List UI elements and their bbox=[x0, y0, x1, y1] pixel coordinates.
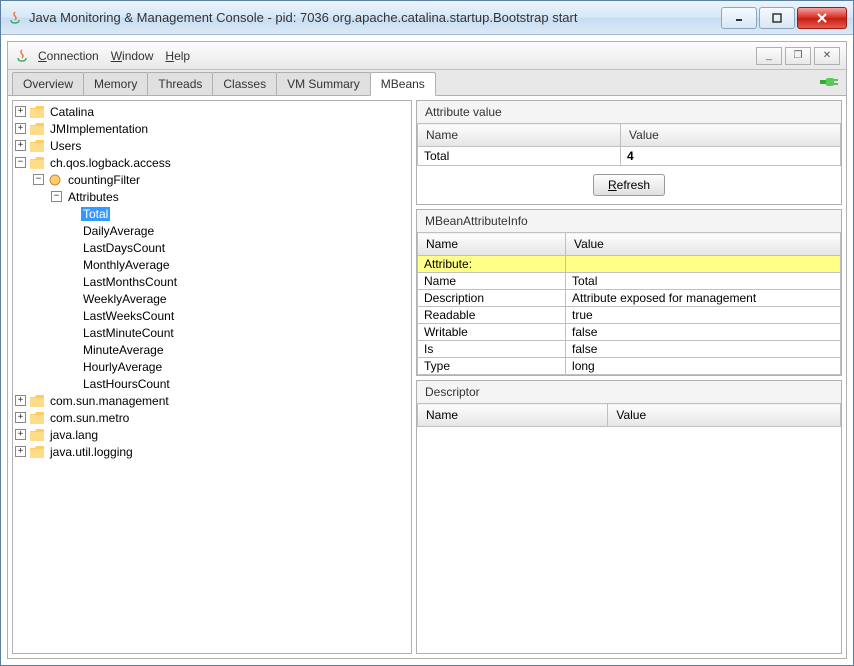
tree-node-jmimpl[interactable]: +JMImplementation bbox=[15, 120, 409, 137]
expand-icon[interactable]: + bbox=[15, 412, 26, 423]
folder-icon bbox=[30, 429, 44, 441]
tab-threads[interactable]: Threads bbox=[147, 72, 213, 95]
maximize-button[interactable] bbox=[759, 7, 795, 29]
details-pane: Attribute value NameValue Total4 Refresh… bbox=[416, 100, 842, 654]
table-row[interactable]: NameTotal bbox=[418, 273, 841, 290]
descriptor-table: NameValue bbox=[417, 403, 841, 427]
java-icon bbox=[7, 10, 23, 26]
descriptor-panel: Descriptor NameValue bbox=[416, 380, 842, 654]
mbean-attribute-info-panel: MBeanAttributeInfo NameValue Attribute: … bbox=[416, 209, 842, 376]
tab-mbeans[interactable]: MBeans bbox=[370, 72, 436, 96]
titlebar[interactable]: Java Monitoring & Management Console - p… bbox=[1, 1, 853, 35]
column-header-value[interactable]: Value bbox=[566, 233, 841, 256]
tree-attr-hourlyaverage[interactable]: HourlyAverage bbox=[15, 358, 409, 375]
minimize-button[interactable] bbox=[721, 7, 757, 29]
close-button[interactable] bbox=[797, 7, 847, 29]
bean-icon bbox=[48, 174, 62, 186]
attribute-value-table: NameValue Total4 bbox=[417, 123, 841, 166]
tree-attr-lastdayscount[interactable]: LastDaysCount bbox=[15, 239, 409, 256]
tree-node-catalina[interactable]: +Catalina bbox=[15, 103, 409, 120]
inner-close-button[interactable]: ✕ bbox=[814, 47, 840, 65]
folder-icon bbox=[30, 106, 44, 118]
collapse-icon[interactable]: − bbox=[33, 174, 44, 185]
column-header-value[interactable]: Value bbox=[608, 404, 841, 427]
menu-window[interactable]: Window bbox=[111, 49, 154, 63]
table-row[interactable]: Typelong bbox=[418, 358, 841, 375]
tabbar: Overview Memory Threads Classes VM Summa… bbox=[8, 70, 846, 96]
tree-node-javalang[interactable]: +java.lang bbox=[15, 426, 409, 443]
mbean-info-table: NameValue Attribute: NameTotal Descripti… bbox=[417, 232, 841, 375]
column-header-name[interactable]: Name bbox=[418, 404, 608, 427]
collapse-icon[interactable]: − bbox=[51, 191, 62, 202]
expand-icon[interactable]: + bbox=[15, 140, 26, 151]
tab-overview[interactable]: Overview bbox=[12, 72, 84, 95]
inner-window: Connection Window Help _ ❐ ✕ Overview Me… bbox=[7, 41, 847, 659]
inner-minimize-button[interactable]: _ bbox=[756, 47, 782, 65]
window-title: Java Monitoring & Management Console - p… bbox=[29, 10, 721, 25]
tree-attr-minuteaverage[interactable]: MinuteAverage bbox=[15, 341, 409, 358]
folder-icon bbox=[30, 446, 44, 458]
connection-status-icon bbox=[820, 74, 838, 90]
tree-attr-lastmonthscount[interactable]: LastMonthsCount bbox=[15, 273, 409, 290]
panel-title: Attribute value bbox=[417, 101, 841, 123]
tree-attr-lasthourscount[interactable]: LastHoursCount bbox=[15, 375, 409, 392]
tree-node-attributes[interactable]: −Attributes bbox=[15, 188, 409, 205]
mbean-tree[interactable]: +Catalina +JMImplementation +Users −ch.q… bbox=[12, 100, 412, 654]
main-window: Java Monitoring & Management Console - p… bbox=[0, 0, 854, 666]
column-header-name[interactable]: Name bbox=[418, 233, 566, 256]
attr-name-cell[interactable]: Total bbox=[418, 147, 621, 166]
refresh-button[interactable]: Refresh bbox=[593, 174, 665, 196]
inner-restore-button[interactable]: ❐ bbox=[785, 47, 811, 65]
table-row[interactable]: Readabletrue bbox=[418, 307, 841, 324]
java-icon bbox=[14, 48, 30, 64]
tree-attr-lastweekscount[interactable]: LastWeeksCount bbox=[15, 307, 409, 324]
tree-node-users[interactable]: +Users bbox=[15, 137, 409, 154]
tree-node-javautil[interactable]: +java.util.logging bbox=[15, 443, 409, 460]
column-header-value[interactable]: Value bbox=[621, 124, 841, 147]
content-area: +Catalina +JMImplementation +Users −ch.q… bbox=[8, 96, 846, 658]
tree-attr-dailyaverage[interactable]: DailyAverage bbox=[15, 222, 409, 239]
expand-icon[interactable]: + bbox=[15, 395, 26, 406]
folder-icon bbox=[30, 123, 44, 135]
tree-node-sunmgmt[interactable]: +com.sun.management bbox=[15, 392, 409, 409]
table-row[interactable]: Writablefalse bbox=[418, 324, 841, 341]
tree-node-countingfilter[interactable]: −countingFilter bbox=[15, 171, 409, 188]
panel-title: Descriptor bbox=[417, 381, 841, 403]
tree-attr-total[interactable]: Total bbox=[15, 205, 409, 222]
tab-vmsummary[interactable]: VM Summary bbox=[276, 72, 371, 95]
tree-node-sunmetro[interactable]: +com.sun.metro bbox=[15, 409, 409, 426]
attr-value-cell[interactable]: 4 bbox=[621, 147, 841, 166]
tab-memory[interactable]: Memory bbox=[83, 72, 148, 95]
table-row[interactable]: DescriptionAttribute exposed for managem… bbox=[418, 290, 841, 307]
folder-icon bbox=[30, 140, 44, 152]
expand-icon[interactable]: + bbox=[15, 106, 26, 117]
menu-help[interactable]: Help bbox=[165, 49, 190, 63]
folder-icon bbox=[30, 157, 44, 169]
expand-icon[interactable]: + bbox=[15, 446, 26, 457]
menubar: Connection Window Help _ ❐ ✕ bbox=[8, 42, 846, 70]
tree-attr-weeklyaverage[interactable]: WeeklyAverage bbox=[15, 290, 409, 307]
column-header-name[interactable]: Name bbox=[418, 124, 621, 147]
tree-node-logback[interactable]: −ch.qos.logback.access bbox=[15, 154, 409, 171]
table-row[interactable]: Isfalse bbox=[418, 341, 841, 358]
folder-icon bbox=[30, 412, 44, 424]
panel-title: MBeanAttributeInfo bbox=[417, 210, 841, 232]
menu-connection[interactable]: Connection bbox=[38, 49, 99, 63]
attribute-value-panel: Attribute value NameValue Total4 Refresh bbox=[416, 100, 842, 205]
tree-attr-monthlyaverage[interactable]: MonthlyAverage bbox=[15, 256, 409, 273]
expand-icon[interactable]: + bbox=[15, 123, 26, 134]
table-row[interactable]: Attribute: bbox=[418, 256, 841, 273]
tab-classes[interactable]: Classes bbox=[212, 72, 277, 95]
collapse-icon[interactable]: − bbox=[15, 157, 26, 168]
tree-attr-lastminutecount[interactable]: LastMinuteCount bbox=[15, 324, 409, 341]
folder-icon bbox=[30, 395, 44, 407]
expand-icon[interactable]: + bbox=[15, 429, 26, 440]
